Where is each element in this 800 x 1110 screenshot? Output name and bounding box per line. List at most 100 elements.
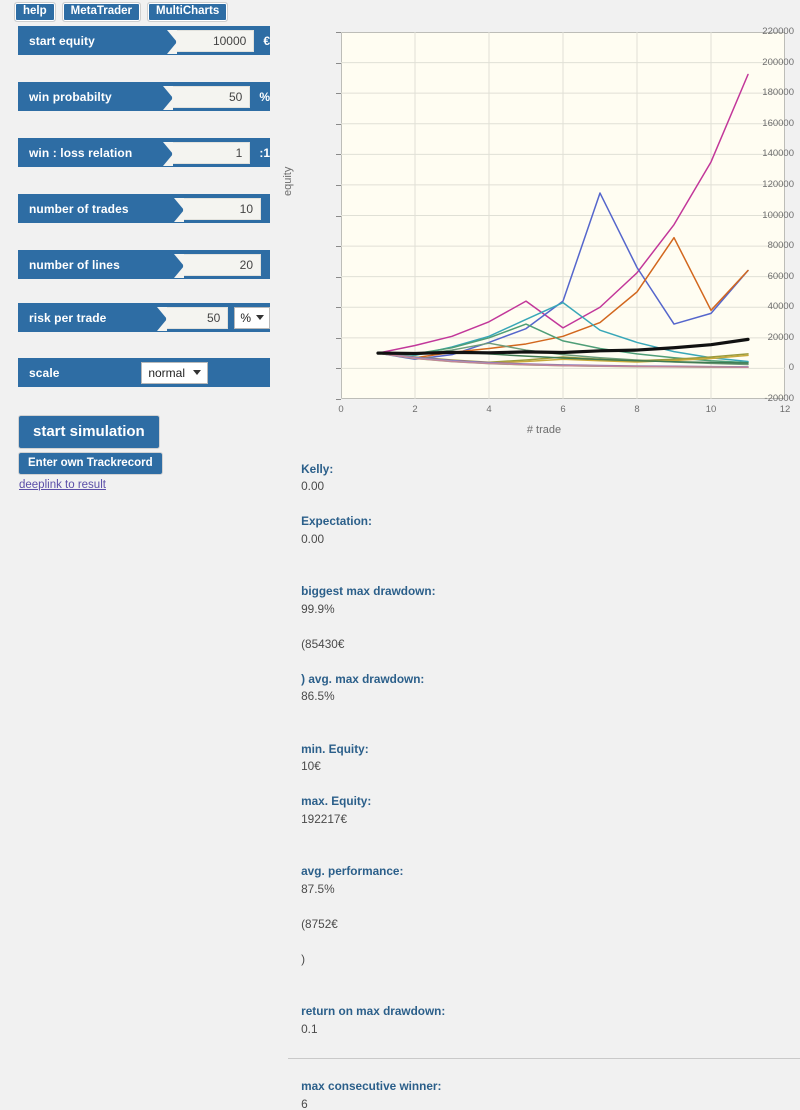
return-on-max-drawdown-value: 0.1 (301, 1022, 317, 1036)
y-tick-label: 0 (748, 362, 800, 373)
x-axis-label: # trade (288, 424, 800, 436)
y-tick-label: 80000 (748, 240, 800, 251)
result-row-return-on-drawdown: return on max drawdown: 0.1 (288, 986, 800, 1056)
unit-win-probability: % (259, 90, 270, 104)
x-tick-label: 2 (400, 404, 430, 415)
avg-performance-abs-close: ) (301, 952, 305, 966)
y-tick-label: 180000 (748, 87, 800, 98)
top-tab-bar: help MetaTrader MultiCharts (14, 2, 228, 22)
x-tick-label: 6 (548, 404, 578, 415)
max-equity-value: 192217€ (301, 812, 347, 826)
results-summary: Kelly: 0.00 Expectation: 0.00 biggest ma… (288, 443, 800, 1110)
y-tick-mark (336, 216, 341, 217)
input-risk-per-trade[interactable]: 50 (166, 307, 228, 329)
enter-trackrecord-button[interactable]: Enter own Trackrecord (18, 452, 163, 475)
field-number-of-lines: number of lines 20 (18, 250, 270, 279)
expectation-label: Expectation: (301, 514, 372, 528)
y-tick-label: 120000 (748, 179, 800, 190)
y-tick-label: 160000 (748, 118, 800, 129)
field-label-win-probability: win probabilty (29, 90, 172, 104)
biggest-max-drawdown-label: biggest max drawdown: (301, 584, 435, 598)
input-number-of-lines[interactable]: 20 (183, 254, 261, 276)
avg-performance-label: avg. performance: (301, 864, 403, 878)
input-win-loss-relation[interactable]: 1 (172, 142, 250, 164)
return-on-max-drawdown-label: return on max drawdown: (301, 1004, 445, 1018)
y-tick-mark (336, 307, 341, 308)
field-start-equity: start equity 10000 € (18, 26, 270, 55)
result-row-equity: min. Equity: 10€ max. Equity: 192217€ (288, 723, 800, 846)
field-label-start-equity: start equity (29, 34, 176, 48)
x-tick-label: 10 (696, 404, 726, 415)
tab-metatrader[interactable]: MetaTrader (62, 2, 141, 22)
unit-start-equity: € (263, 34, 270, 48)
field-label-scale: scale (29, 366, 141, 380)
select-risk-unit[interactable]: % (234, 307, 270, 329)
y-tick-label: 100000 (748, 210, 800, 221)
avg-max-drawdown-label: ) avg. max drawdown: (301, 672, 424, 686)
max-consecutive-winner-value: 6 (301, 1097, 308, 1110)
y-tick-label: 60000 (748, 271, 800, 282)
y-tick-mark (336, 63, 341, 64)
input-start-equity[interactable]: 10000 (176, 30, 254, 52)
field-win-probability: win probabilty 50 % (18, 82, 270, 111)
y-tick-mark (336, 368, 341, 369)
y-tick-label: -20000 (748, 393, 800, 404)
equity-curves-chart (341, 32, 785, 399)
x-tick-label: 12 (770, 404, 800, 415)
field-label-number-of-trades: number of trades (29, 202, 183, 216)
result-row-kelly: Kelly: 0.00 Expectation: 0.00 (288, 443, 800, 566)
biggest-max-drawdown-abs: (85430€ (301, 637, 344, 651)
y-tick-label: 220000 (748, 26, 800, 37)
max-equity-label: max. Equity: (301, 794, 371, 808)
biggest-max-drawdown-value: 99.9% (301, 602, 334, 616)
result-row-consecutive: max consecutive winner: 6 max consecutiv… (288, 1058, 800, 1110)
y-axis-label: equity (282, 167, 294, 196)
y-tick-mark (336, 246, 341, 247)
y-tick-mark (336, 185, 341, 186)
avg-performance-abs: (8752€ (301, 917, 338, 931)
field-label-win-loss-relation: win : loss relation (29, 146, 172, 160)
select-risk-unit-value: % (240, 311, 251, 325)
result-row-drawdown: biggest max drawdown: 99.9% (85430€ ) av… (288, 566, 800, 724)
x-tick-label: 0 (326, 404, 356, 415)
select-scale[interactable]: normal (141, 362, 208, 384)
y-tick-label: 140000 (748, 148, 800, 159)
min-equity-label: min. Equity: (301, 742, 369, 756)
deeplink-to-result-link[interactable]: deeplink to result (19, 479, 106, 491)
y-tick-mark (336, 124, 341, 125)
y-tick-mark (336, 338, 341, 339)
min-equity-value: 10€ (301, 759, 321, 773)
field-label-risk-per-trade: risk per trade (29, 311, 166, 325)
start-simulation-button[interactable]: start simulation (18, 415, 160, 449)
tab-help[interactable]: help (14, 2, 56, 22)
y-tick-mark (336, 154, 341, 155)
y-tick-label: 200000 (748, 57, 800, 68)
field-number-of-trades: number of trades 10 (18, 194, 270, 223)
field-scale: scale normal (18, 358, 270, 387)
y-tick-mark (336, 277, 341, 278)
select-scale-value: normal (148, 366, 185, 380)
input-win-probability[interactable]: 50 (172, 86, 250, 108)
field-label-number-of-lines: number of lines (29, 258, 183, 272)
unit-win-loss-relation: :1 (259, 146, 270, 160)
kelly-value: 0.00 (301, 479, 324, 493)
y-tick-mark (336, 399, 341, 400)
x-tick-label: 8 (622, 404, 652, 415)
input-number-of-trades[interactable]: 10 (183, 198, 261, 220)
x-tick-label: 4 (474, 404, 504, 415)
chevron-down-icon (193, 370, 201, 375)
expectation-value: 0.00 (301, 532, 324, 546)
y-tick-mark (336, 32, 341, 33)
chevron-down-icon (256, 315, 264, 320)
avg-max-drawdown-value: 86.5% (301, 689, 334, 703)
result-row-performance: avg. performance: 87.5% (8752€ ) (288, 846, 800, 986)
kelly-label: Kelly: (301, 462, 333, 476)
max-consecutive-winner-label: max consecutive winner: (301, 1079, 441, 1093)
field-win-loss-relation: win : loss relation 1 :1 (18, 138, 270, 167)
control-sidebar: help MetaTrader MultiCharts start equity… (0, 0, 288, 555)
y-tick-mark (336, 93, 341, 94)
y-tick-label: 40000 (748, 301, 800, 312)
avg-performance-value: 87.5% (301, 882, 334, 896)
tab-multicharts[interactable]: MultiCharts (147, 2, 228, 22)
y-tick-label: 20000 (748, 332, 800, 343)
